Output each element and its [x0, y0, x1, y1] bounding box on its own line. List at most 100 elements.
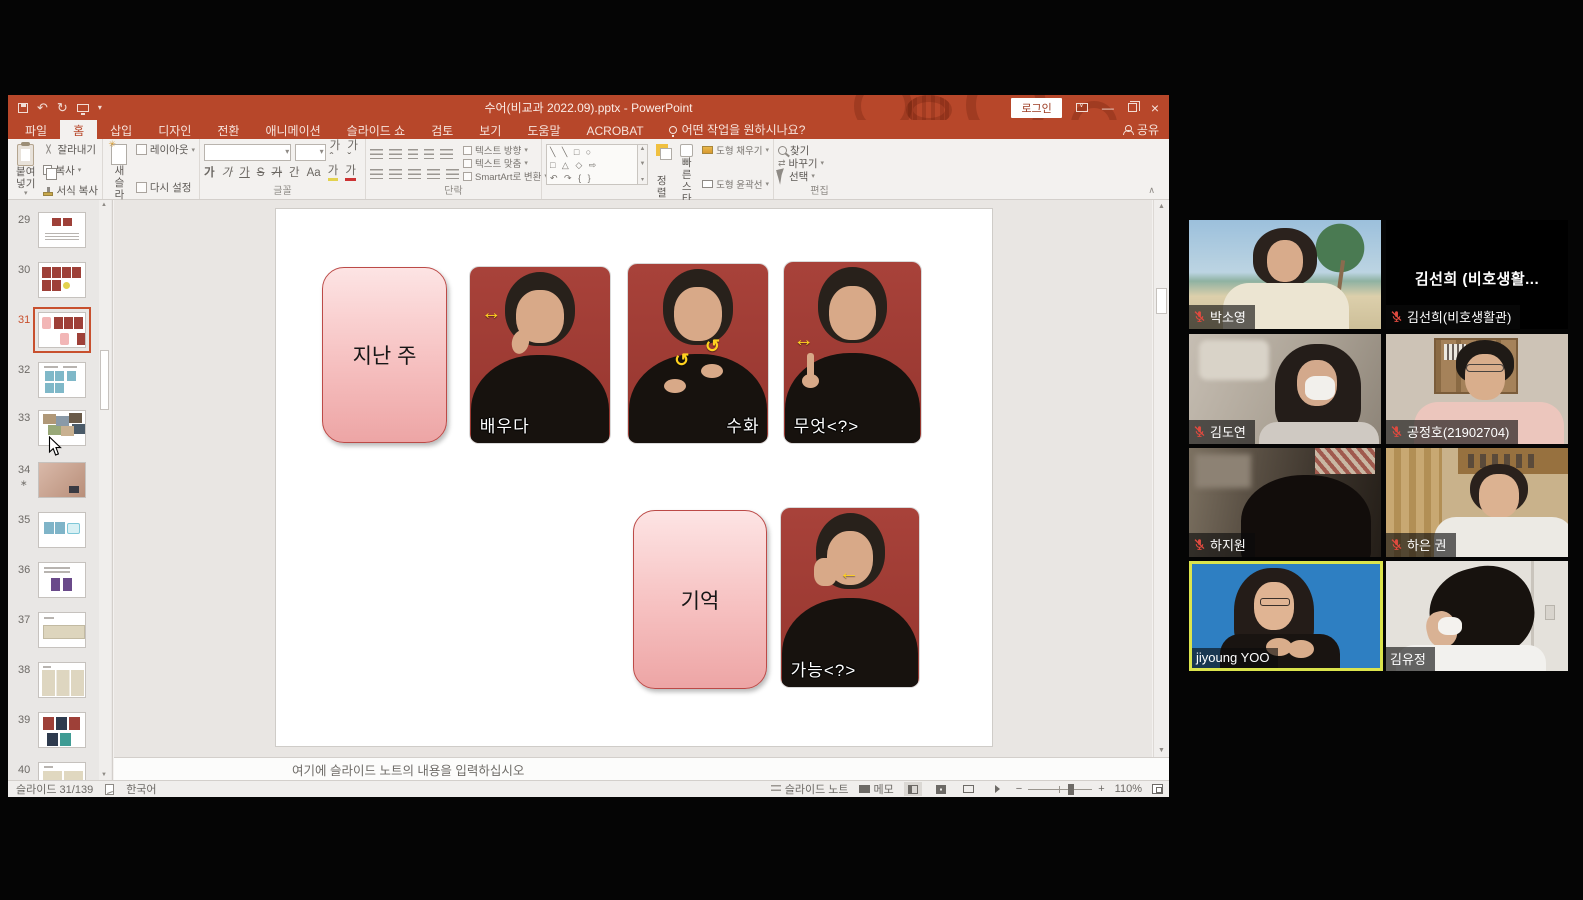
zoom-in-button[interactable]: +	[1098, 783, 1104, 795]
save-icon[interactable]	[18, 103, 28, 113]
tab-acrobat[interactable]: ACROBAT	[574, 120, 657, 139]
zoom-percentage[interactable]: 110%	[1115, 783, 1142, 795]
participant-tile-park-soyoung[interactable]: 박소영	[1189, 220, 1381, 329]
replace-button[interactable]: ⇄바꾸기▾	[778, 157, 824, 169]
close-button[interactable]: ×	[1151, 101, 1159, 115]
find-button[interactable]: 찾기	[778, 144, 824, 156]
tab-animations[interactable]: 애니메이션	[252, 120, 333, 139]
notes-toggle-button[interactable]: 슬라이드 노트	[771, 781, 849, 797]
shrink-font-icon[interactable]: 가ˇ	[347, 141, 361, 164]
sign-photo-possible[interactable]: ← 가능<?>	[781, 508, 919, 687]
slide-thumbnail-37[interactable]	[38, 612, 86, 648]
participant-tile-kim-seonhee[interactable]: 김선희 (비호생활... 김선희(비호생활관)	[1386, 220, 1568, 329]
undo-icon[interactable]: ↶	[37, 101, 48, 114]
numbering-icon[interactable]	[389, 149, 402, 159]
line-spacing-icon[interactable]	[440, 149, 453, 159]
restore-button[interactable]	[1128, 103, 1137, 112]
tab-design[interactable]: 디자인	[145, 120, 204, 139]
tab-insert[interactable]: 삽입	[97, 120, 145, 139]
slide-sorter-view-button[interactable]	[932, 782, 950, 796]
qat-customize-icon[interactable]: ▾	[98, 104, 102, 112]
layout-button[interactable]: 레이아웃▾	[136, 143, 195, 156]
char-spacing-icon[interactable]: 간	[289, 168, 300, 180]
text-card-memory[interactable]: 기억	[633, 510, 767, 689]
slide-thumbnail-29[interactable]	[38, 212, 86, 248]
tab-help[interactable]: 도움말	[514, 120, 573, 139]
language-indicator[interactable]: 한국어	[126, 781, 156, 797]
tab-transitions[interactable]: 전환	[204, 120, 252, 139]
collapse-ribbon-icon[interactable]: ∧	[1148, 185, 1155, 196]
participant-tile-ha-jiwon[interactable]: 하지원	[1189, 448, 1381, 557]
shadow-icon[interactable]: S	[257, 168, 265, 180]
copy-button[interactable]: 복사▾	[43, 164, 98, 177]
fit-to-window-icon[interactable]	[1152, 784, 1163, 794]
tab-file[interactable]: 파일	[12, 120, 60, 139]
shapes-gallery[interactable]: ╲ ╲ □ ○ □ △ ◇ ⇨ ↶ ↷ { }	[546, 144, 638, 185]
tab-home[interactable]: 홈	[60, 120, 97, 139]
slide-thumbnail-34[interactable]	[38, 462, 86, 498]
strikethrough-icon[interactable]: 가	[271, 168, 282, 180]
slide-thumbnail-35[interactable]	[38, 512, 86, 548]
shape-outline-button[interactable]: 도형 윤곽선▾	[702, 178, 769, 190]
select-button[interactable]: 선택▾	[778, 170, 824, 182]
decrease-indent-icon[interactable]	[408, 149, 418, 159]
zoom-slider-thumb[interactable]	[1068, 784, 1074, 795]
scrollbar-thumb[interactable]	[1156, 288, 1167, 314]
cut-button[interactable]: 잘라내기	[43, 143, 98, 156]
notes-placeholder[interactable]: 여기에 슬라이드 노트의 내용을 입력하십시오	[114, 760, 524, 779]
align-left-icon[interactable]	[370, 169, 383, 179]
smartart-button[interactable]: SmartArt로 변환▾	[463, 170, 548, 182]
align-text-button[interactable]: 텍스트 맞춤▾	[463, 157, 548, 169]
share-button[interactable]: 공유	[1123, 120, 1159, 139]
paste-button[interactable]: 붙여넣기 ▾	[12, 142, 39, 200]
sign-photo-learn[interactable]: ↔ 배우다	[470, 267, 610, 443]
font-size-combobox[interactable]	[295, 144, 325, 161]
thumbnail-scrollbar[interactable]: ▲▼	[99, 200, 111, 780]
slide-thumbnail-39[interactable]	[38, 712, 86, 748]
ribbon-display-options-icon[interactable]	[1076, 103, 1088, 112]
underline-icon[interactable]: 가	[239, 168, 250, 180]
slide-canvas[interactable]: 지난 주 ↔ 배우다 ↺ ↺	[276, 209, 992, 746]
proofing-icon[interactable]	[105, 784, 114, 795]
columns-icon[interactable]	[446, 169, 459, 179]
redo-icon[interactable]: ↻	[57, 101, 68, 114]
participant-tile-gong-jeongho[interactable]: 공정호(21902704)	[1386, 334, 1568, 444]
align-right-icon[interactable]	[408, 169, 421, 179]
participant-tile-kim-yujeong[interactable]: 김유정	[1386, 561, 1568, 671]
memo-toggle-button[interactable]: 메모	[859, 781, 894, 797]
reset-button[interactable]: 다시 설정	[136, 181, 195, 194]
italic-icon[interactable]: 가	[222, 168, 233, 180]
slide-thumbnail-31-selected[interactable]	[38, 312, 86, 348]
align-center-icon[interactable]	[389, 169, 402, 179]
bold-icon[interactable]: 가	[204, 168, 215, 180]
notes-pane[interactable]: 여기에 슬라이드 노트의 내용을 입력하십시오	[114, 757, 1169, 780]
minimize-button[interactable]: —	[1102, 102, 1114, 114]
tab-slideshow[interactable]: 슬라이드 쇼	[334, 120, 419, 139]
shape-fill-button[interactable]: 도형 채우기▾	[702, 144, 769, 156]
participant-tile-haeun-kwon[interactable]: 하은 권	[1386, 448, 1568, 557]
grow-font-icon[interactable]: 가ˆ	[330, 141, 344, 164]
text-card-last-week[interactable]: 지난 주	[322, 267, 447, 443]
tab-view[interactable]: 보기	[466, 120, 514, 139]
bullets-icon[interactable]	[370, 149, 383, 159]
text-direction-button[interactable]: 텍스트 방향▾	[463, 144, 548, 156]
normal-view-button[interactable]	[904, 782, 922, 796]
main-scrollbar[interactable]: ▲ ▼	[1153, 200, 1168, 757]
slideshow-view-button[interactable]	[988, 782, 1006, 796]
format-painter-button[interactable]: 서식 복사	[43, 184, 98, 197]
participant-tile-jiyoung-yoo-active-speaker[interactable]: jiyoung YOO	[1189, 561, 1383, 671]
slide-thumbnail-36[interactable]	[38, 562, 86, 598]
change-case-icon[interactable]: Aa	[307, 168, 321, 180]
reading-view-button[interactable]	[960, 782, 978, 796]
tab-review[interactable]: 검토	[418, 120, 466, 139]
start-slideshow-icon[interactable]	[77, 104, 89, 112]
highlight-color-icon[interactable]: 가	[328, 166, 339, 181]
zoom-slider[interactable]	[1028, 789, 1092, 790]
slide-thumbnail-30[interactable]	[38, 262, 86, 298]
sign-photo-what[interactable]: ↔ 무엇<?>	[784, 262, 921, 443]
tell-me-box[interactable]: 어떤 작업을 원하시나요?	[657, 120, 818, 139]
slide-thumbnail-33[interactable]	[38, 410, 86, 446]
slide-thumbnail-32[interactable]	[38, 362, 86, 398]
justify-icon[interactable]	[427, 169, 440, 179]
zoom-out-button[interactable]: −	[1016, 783, 1022, 795]
